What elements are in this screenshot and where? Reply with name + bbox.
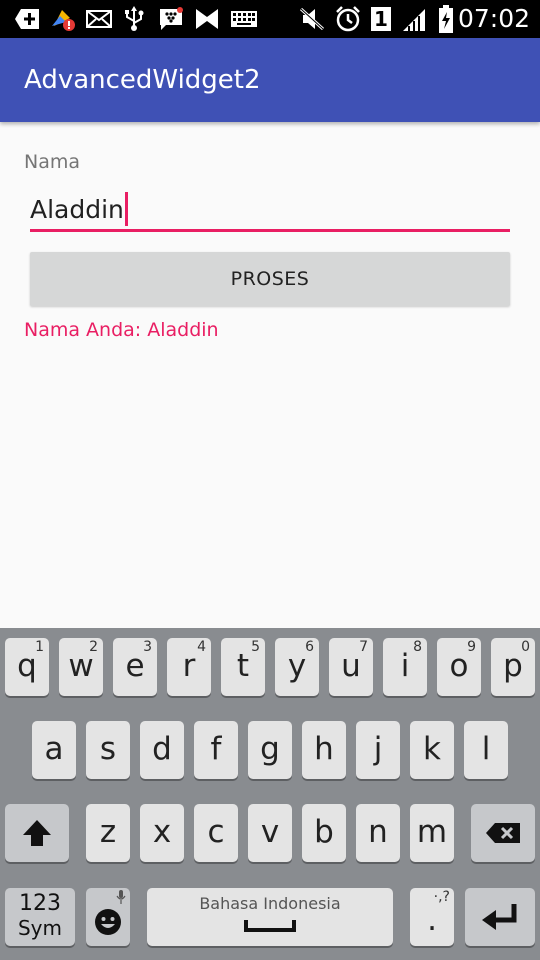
key-s[interactable]: s: [86, 721, 130, 779]
bbm-icon: [158, 7, 184, 31]
period-key[interactable]: ·,? .: [410, 888, 454, 946]
shift-arrow-icon: [5, 804, 69, 862]
mute-icon: [298, 7, 326, 31]
key-l[interactable]: l: [464, 721, 508, 779]
cleaner-alert-icon: [50, 7, 78, 31]
key-w[interactable]: 2w: [59, 638, 103, 696]
key-j[interactable]: j: [356, 721, 400, 779]
key-q[interactable]: 1q: [5, 638, 49, 696]
emoji-key[interactable]: [86, 888, 130, 946]
name-field-label: Nama: [24, 151, 81, 173]
enter-key[interactable]: [465, 888, 535, 946]
usb-icon: [122, 6, 146, 31]
microphone-icon: [116, 890, 126, 904]
mail-icon: [86, 7, 112, 31]
battery-icon: [436, 5, 456, 33]
key-f[interactable]: f: [194, 721, 238, 779]
key-c[interactable]: c: [194, 804, 238, 862]
key-o[interactable]: 9o: [437, 638, 481, 696]
result-text: Nama Anda: Aladdin: [24, 319, 219, 341]
space-key[interactable]: Bahasa Indonesia: [147, 888, 393, 946]
add-icon: [14, 7, 42, 31]
clock: 07:02: [457, 4, 530, 33]
key-m[interactable]: m: [410, 804, 454, 862]
sim-1-icon: 1: [370, 7, 392, 31]
space-bar-icon: [244, 920, 296, 934]
keyboard-icon: [230, 7, 258, 31]
signal-icon: [400, 7, 428, 31]
key-x[interactable]: x: [140, 804, 184, 862]
key-t[interactable]: 5t: [221, 638, 265, 696]
key-g[interactable]: g: [248, 721, 292, 779]
key-k[interactable]: k: [410, 721, 454, 779]
key-h[interactable]: h: [302, 721, 346, 779]
key-p[interactable]: 0p: [491, 638, 535, 696]
app-bar: AdvancedWidget2: [0, 38, 540, 122]
key-n[interactable]: n: [356, 804, 400, 862]
name-input[interactable]: Aladdin: [30, 188, 510, 232]
alarm-icon: [334, 6, 362, 32]
media-icon: [194, 7, 220, 31]
key-e[interactable]: 3e: [113, 638, 157, 696]
emoji-icon: [94, 908, 122, 936]
backspace-icon: [471, 804, 535, 862]
app-title: AdvancedWidget2: [24, 65, 261, 95]
key-b[interactable]: b: [302, 804, 346, 862]
symbols-key[interactable]: 123 Sym: [5, 888, 75, 946]
soft-keyboard: 1q 2w 3e 4r 5t 6y 7u 8i 9o 0p a s d f g …: [0, 628, 540, 960]
enter-arrow-icon: [465, 888, 535, 946]
backspace-key[interactable]: [471, 804, 535, 862]
key-r[interactable]: 4r: [167, 638, 211, 696]
shift-key[interactable]: [5, 804, 69, 862]
key-a[interactable]: a: [32, 721, 76, 779]
key-y[interactable]: 6y: [275, 638, 319, 696]
text-caret: [124, 192, 128, 226]
key-z[interactable]: z: [86, 804, 130, 862]
name-input-value: Aladdin: [30, 195, 124, 224]
key-u[interactable]: 7u: [329, 638, 373, 696]
key-d[interactable]: d: [140, 721, 184, 779]
status-bar: 1 07:02: [0, 0, 540, 38]
key-v[interactable]: v: [248, 804, 292, 862]
proses-button[interactable]: PROSES: [30, 252, 510, 306]
key-i[interactable]: 8i: [383, 638, 427, 696]
